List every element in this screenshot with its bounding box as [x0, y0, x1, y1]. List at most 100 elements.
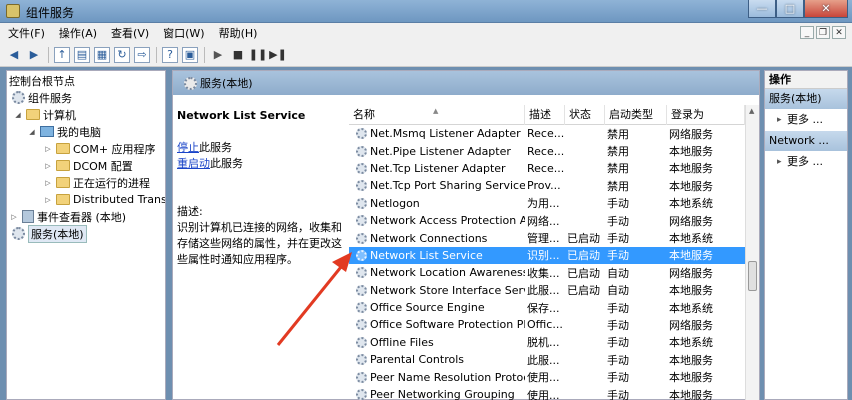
service-row[interactable]: Net.Tcp Port Sharing Service Prov... 禁用 本地服…: [349, 177, 749, 194]
column-startup-type[interactable]: 启动类型: [605, 105, 667, 125]
service-row[interactable]: Office Source Engine 保存... 手动 本地系统: [349, 299, 749, 316]
service-name: Offline Files: [349, 336, 525, 349]
expand-arrow-icon[interactable]: ▷: [43, 196, 53, 204]
service-row[interactable]: Offline Files 脱机... 手动 本地系统: [349, 334, 749, 351]
service-row[interactable]: Parental Controls 此服... 手动 本地服务: [349, 351, 749, 368]
menu-action[interactable]: 操作(A): [59, 25, 97, 41]
service-startup-type: 手动: [607, 301, 629, 315]
expand-arrow-icon[interactable]: ▷: [43, 162, 53, 170]
column-description[interactable]: 描述: [525, 105, 565, 125]
tree-item-event-viewer[interactable]: ▷ 事件查看器 (本地): [9, 208, 126, 225]
expand-arrow-icon[interactable]: ▷: [43, 179, 53, 187]
actions-more-services[interactable]: 更多 ...: [765, 109, 847, 131]
collapse-arrow-icon[interactable]: ◢: [13, 111, 23, 119]
tree-item-running-processes[interactable]: ▷ 正在运行的进程: [43, 174, 150, 191]
service-row[interactable]: Net.Tcp Listener Adapter Rece... 禁用 本地服务: [349, 160, 749, 177]
child-restore-button[interactable]: ❐: [816, 26, 830, 39]
service-name-text: Net.Msmq Listener Adapter: [370, 127, 521, 141]
service-row[interactable]: Network Access Protection Ag...网络... 手动 网络…: [349, 212, 749, 229]
service-row[interactable]: Netlogon 为用... 手动 本地系统: [349, 195, 749, 212]
actions-section-network-list[interactable]: Network ...: [765, 131, 847, 151]
service-description: Rece...: [527, 144, 565, 158]
service-log-on-as: 本地服务: [669, 145, 713, 159]
service-log-on-as: 本地系统: [669, 197, 713, 211]
close-button[interactable]: ✕: [804, 0, 848, 18]
service-row[interactable]: Net.Pipe Listener Adapter Rece... 禁用 本地服务: [349, 142, 749, 159]
refresh-icon[interactable]: ↻: [114, 46, 130, 63]
column-name[interactable]: 名称 ▲: [349, 105, 525, 125]
tree-item-dcom-config[interactable]: ▷ DCOM 配置: [43, 157, 133, 174]
export-list-icon[interactable]: ⇨: [134, 46, 150, 63]
service-gear-icon: [356, 215, 367, 227]
tree-item-my-computer[interactable]: ◢ 我的电脑: [27, 123, 101, 140]
up-folder-icon[interactable]: ↑: [54, 46, 70, 63]
component-services-icon: [12, 91, 25, 104]
restart-service-icon[interactable]: ▶❚: [269, 47, 287, 63]
back-arrow-icon[interactable]: ◀: [6, 47, 22, 63]
service-row[interactable]: Net.Msmq Listener Adapter Rece... 禁用 网络服务: [349, 125, 749, 142]
service-description: 管理...: [527, 232, 560, 246]
menu-window[interactable]: 窗口(W): [163, 25, 204, 41]
service-name-text: Network List Service: [370, 248, 483, 262]
collapse-arrow-icon[interactable]: ◢: [27, 128, 37, 136]
tree-item-com-apps[interactable]: ▷ COM+ 应用程序: [43, 140, 155, 157]
start-service-icon[interactable]: ▶: [210, 47, 226, 63]
service-description: 网络...: [527, 214, 560, 228]
child-close-button[interactable]: ✕: [832, 26, 846, 39]
tree-item-services-local[interactable]: 服务(本地): [9, 224, 87, 243]
tree-item-distributed-transaction[interactable]: ▷ Distributed Transac: [43, 191, 165, 208]
pause-service-icon[interactable]: ❚❚: [249, 47, 267, 63]
child-minimize-button[interactable]: _: [800, 26, 814, 39]
expand-arrow-icon[interactable]: ▷: [43, 145, 53, 153]
service-row[interactable]: Peer Networking Grouping 使用... 手动 本地服务: [349, 386, 749, 400]
service-startup-type: 禁用: [607, 127, 629, 141]
service-log-on-as: 网络服务: [669, 214, 713, 228]
scroll-up-icon[interactable]: ▲: [749, 107, 754, 115]
stop-service-icon[interactable]: ■: [230, 47, 246, 63]
tree-item-label: 服务(本地): [28, 224, 87, 243]
menu-view[interactable]: 查看(V): [111, 25, 149, 41]
service-row[interactable]: Office Software Protection Plat...Offic.…: [349, 316, 749, 333]
description-label: 描述:: [177, 205, 203, 218]
help-icon[interactable]: ?: [162, 46, 178, 63]
service-startup-type: 手动: [607, 318, 629, 332]
service-row[interactable]: Network List Service 识别... 已启动 手动 本地服务: [349, 246, 749, 265]
service-name-text: Peer Networking Grouping: [370, 388, 515, 400]
service-gear-icon: [356, 354, 367, 366]
service-description: 保存...: [527, 301, 560, 315]
tree-item-label: 正在运行的进程: [73, 176, 150, 190]
vertical-scrollbar[interactable]: ▲: [745, 105, 759, 400]
mmc-view-icon[interactable]: ▣: [182, 46, 198, 63]
expand-arrow-icon[interactable]: ▷: [9, 213, 19, 221]
service-gear-icon: [356, 128, 367, 140]
scrollbar-thumb[interactable]: [748, 261, 757, 291]
service-name: Office Source Engine: [349, 301, 525, 314]
properties-icon[interactable]: ▦: [94, 46, 110, 63]
computer-icon: [40, 126, 54, 137]
service-log-on-as: 本地服务: [669, 162, 713, 176]
tree-root[interactable]: 控制台根节点: [9, 72, 75, 89]
actions-section-services[interactable]: 服务(本地): [765, 89, 847, 109]
actions-more-network-list[interactable]: 更多 ...: [765, 151, 847, 173]
service-row[interactable]: Network Location Awareness 收集... 已启动 自动 网络服务: [349, 264, 749, 281]
maximize-button[interactable]: □: [776, 0, 804, 18]
service-row[interactable]: Peer Name Resolution Protocol 使用... 手动 本地服务: [349, 368, 749, 385]
minimize-button[interactable]: —: [748, 0, 776, 18]
tree-item-label: 组件服务: [28, 91, 72, 105]
tree-item-computers[interactable]: ◢ 计算机: [13, 106, 76, 123]
service-row[interactable]: Network Connections 管理... 已启动 手动 本地系统: [349, 229, 749, 246]
service-status: 已启动: [567, 266, 600, 280]
restart-service-link[interactable]: 重启动: [177, 157, 210, 170]
show-tree-icon[interactable]: ▤: [74, 46, 90, 63]
column-status[interactable]: 状态: [565, 105, 605, 125]
service-startup-type: 自动: [607, 266, 629, 280]
tree-item-component-services[interactable]: 组件服务: [9, 89, 72, 106]
folder-icon: [56, 177, 70, 188]
service-row[interactable]: Network Store Interface Service此服... 已启动自…: [349, 282, 749, 299]
forward-arrow-icon[interactable]: ▶: [26, 47, 42, 63]
menu-help[interactable]: 帮助(H): [219, 25, 258, 41]
toolbar-separator: [204, 46, 205, 63]
menu-file[interactable]: 文件(F): [8, 25, 45, 41]
column-log-on-as[interactable]: 登录为: [667, 105, 745, 125]
stop-service-link[interactable]: 停止: [177, 141, 199, 154]
